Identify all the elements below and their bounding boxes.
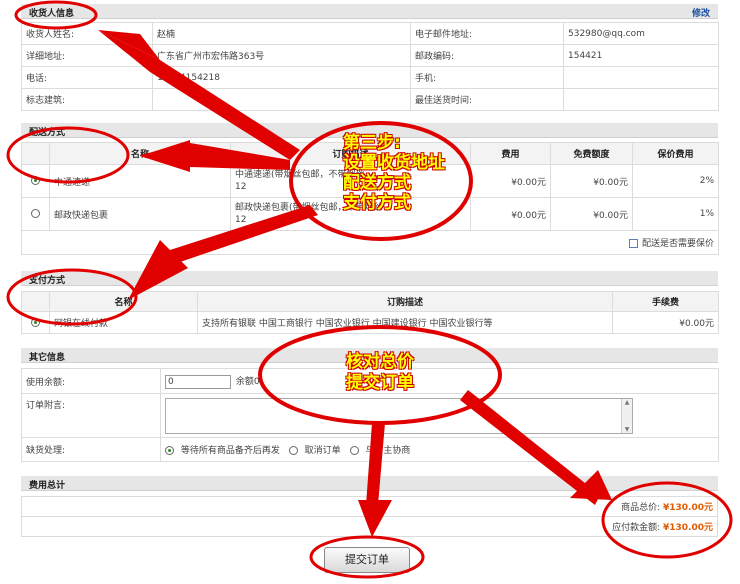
recipient-delivery-time-label: 最佳送货时间: [410,88,564,111]
recipient-address-label: 详细地址: [21,44,153,67]
shipping-insure-zto: 2% [632,164,719,198]
recipient-phone-value: 13154154218 [152,66,411,89]
annotation-check-line1: 核对总价 [346,352,414,372]
insure-checkbox[interactable] [628,239,638,248]
annotation-step3-line2: 设置收货地址 [343,153,445,173]
shortage-option-negotiate: 与店主协商 [365,446,411,456]
shortage-radio-negotiate[interactable] [349,446,359,455]
payment-fee-chinabank: ¥0.00元 [612,311,719,334]
recipient-section-header: 收货人信息 修改 [21,4,718,19]
recipient-zip-value: 154421 [563,44,719,67]
table-row: 电话: 13154154218 手机: [21,66,719,89]
shortage-option-cancel: 取消订单 [304,446,341,456]
message-textarea[interactable]: ▲ ▼ [165,397,633,434]
shipping-header-fee: 费用 [470,142,551,165]
recipient-name-label: 收货人姓名: [21,22,153,45]
table-row: 订单附言: ▲ ▼ [21,393,719,438]
recipient-mobile-value [563,66,719,89]
table-row: 配送是否需要保价 [21,230,719,255]
table-row: 应付款金额: ¥130.00元 [21,516,718,537]
shipping-radio-zto[interactable] [31,176,40,185]
recipient-delivery-time-value [563,88,719,111]
balance-label: 使用余额: [21,368,161,394]
balance-input[interactable]: 0 [165,374,231,389]
shipping-free-zto: ¥0.00元 [550,164,633,198]
table-header-row: 名称 订购描述 手续费 [21,291,719,312]
payment-name-chinabank: 网银在线付款 [49,311,198,334]
recipient-address-value: 广东省广州市宏伟路363号 [152,44,411,67]
shipping-section-title: 配送方式 [29,128,66,138]
table-row: 收货人姓名: 赵楠 电子邮件地址: 532980@qq.com [21,22,719,45]
recipient-table: 收货人姓名: 赵楠 电子邮件地址: 532980@qq.com 详细地址: 广东… [21,22,719,111]
shipping-header-free: 免费额度 [550,142,633,165]
shipping-free-post: ¥0.00元 [550,197,633,231]
submit-order-button[interactable]: 提交订单 [324,547,410,573]
payment-desc-chinabank: 支持所有银联 中国工商银行 中国农业银行 中国建设银行 中国农业银行等 [197,311,613,334]
recipient-zip-label: 邮政编码: [410,44,564,67]
payable-value: ¥130.00元 [663,523,713,533]
totals-table: 商品总价: ¥130.00元 应付款金额: ¥130.00元 [21,496,718,537]
shortage-radio-cancel[interactable] [288,446,298,455]
scroll-up-icon[interactable]: ▲ [622,399,632,406]
recipient-email-label: 电子邮件地址: [410,22,564,45]
textarea-scrollbar[interactable]: ▲ ▼ [621,398,632,433]
shipping-header-name: 名称 [49,142,231,165]
table-row[interactable]: 网银在线付款 支持所有银联 中国工商银行 中国农业银行 中国建设银行 中国农业银… [21,311,719,334]
shipping-radio-post[interactable] [31,209,40,218]
recipient-landmark-label: 标志建筑: [21,88,153,111]
payment-radio-chinabank[interactable] [31,317,40,327]
payment-table: 名称 订购描述 手续费 网银在线付款 支持所有银联 中国工商银行 中国农业银行 … [21,291,719,334]
totals-section-title: 费用总计 [29,481,66,491]
shipping-name-zto: 中通速递 [49,164,231,198]
shipping-insure-post: 1% [632,197,719,231]
goods-total-label: 商品总价: [621,503,661,513]
recipient-name-value: 赵楠 [152,22,411,45]
table-row: 缺货处理: 等待所有商品备齐后再发 取消订单 与店主协商 [21,437,719,462]
payment-header-desc: 订购描述 [197,291,613,312]
table-row: 标志建筑: 最佳送货时间: [21,88,719,111]
payment-section-title: 支付方式 [29,276,66,286]
annotation-step3-line4: 支付方式 [343,193,411,213]
annotation-step3-line3: 配送方式 [343,173,411,193]
goods-total-value: ¥130.00元 [663,503,713,513]
table-row: 详细地址: 广东省广州市宏伟路363号 邮政编码: 154421 [21,44,719,67]
insure-label: 配送是否需要保价 [641,239,714,249]
scroll-down-icon[interactable]: ▼ [622,426,632,433]
payment-header-name: 名称 [49,291,198,312]
annotation-check-line2: 提交订单 [346,373,414,393]
totals-section-header: 费用总计 [21,476,718,491]
edit-recipient-link[interactable]: 修改 [692,6,710,19]
table-row: 商品总价: ¥130.00元 [21,496,718,517]
shortage-radio-wait[interactable] [165,446,174,455]
payment-header-fee: 手续费 [612,291,719,312]
shipping-header-insure: 保价费用 [632,142,719,165]
recipient-mobile-label: 手机: [410,66,564,89]
payable-label: 应付款金额: [612,523,661,533]
other-section-title: 其它信息 [29,353,66,363]
shortage-label: 缺货处理: [21,437,161,462]
shipping-fee-zto: ¥0.00元 [470,164,551,198]
recipient-email-value: 532980@qq.com [563,22,719,45]
shipping-name-post: 邮政快递包裹 [49,197,231,231]
recipient-section-title: 收货人信息 [29,9,75,19]
message-label: 订单附言: [21,393,161,438]
shipping-fee-post: ¥0.00元 [470,197,551,231]
shipping-desc2-post: 12 [235,215,247,225]
balance-note: 余额0 [235,376,260,387]
payment-section-header: 支付方式 [21,271,718,286]
recipient-landmark-value [152,88,411,111]
recipient-phone-label: 电话: [21,66,153,89]
shortage-option-wait: 等待所有商品备齐后再发 [180,446,280,456]
annotation-step3-line1: 第三步: [343,133,401,153]
